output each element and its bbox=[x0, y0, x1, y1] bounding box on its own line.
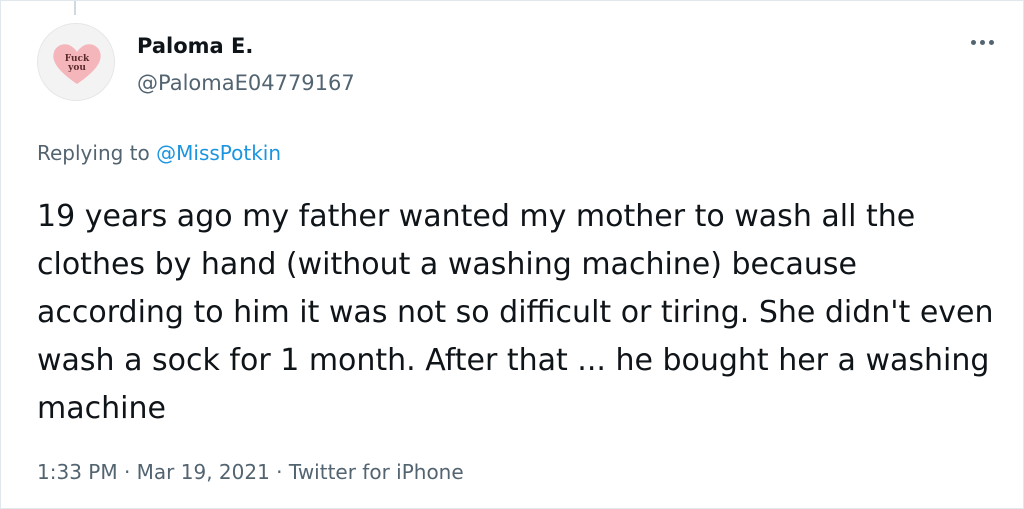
author-display-name[interactable]: Paloma E. bbox=[137, 34, 253, 58]
avatar[interactable]: Fuck you bbox=[37, 23, 115, 101]
tweet-card: Fuck you Paloma E. @PalomaE04779167 Repl… bbox=[0, 0, 1024, 509]
author-handle[interactable]: @PalomaE04779167 bbox=[137, 71, 355, 95]
more-horizontal-icon[interactable] bbox=[965, 31, 1001, 51]
tweet-time-link[interactable]: 1:33 PM bbox=[37, 460, 118, 484]
tweet-text: 19 years ago my father wanted my mother … bbox=[37, 199, 994, 426]
reply-mention-link[interactable]: @MissPotkin bbox=[156, 141, 281, 165]
tweet-date-link[interactable]: Mar 19, 2021 bbox=[137, 460, 270, 484]
tweet-source-link[interactable]: Twitter for iPhone bbox=[289, 460, 464, 484]
more-dot bbox=[971, 40, 976, 45]
thread-connector-line bbox=[74, 1, 76, 15]
tweet-meta: 1:33 PM · Mar 19, 2021 · Twitter for iPh… bbox=[37, 460, 464, 484]
avatar-caption: Fuck you bbox=[38, 55, 114, 73]
meta-separator: · bbox=[117, 460, 137, 484]
meta-separator: · bbox=[269, 460, 289, 484]
replying-to: Replying to @MissPotkin bbox=[37, 141, 281, 165]
more-dot bbox=[989, 40, 994, 45]
replying-to-prefix: Replying to bbox=[37, 141, 157, 165]
more-dot bbox=[980, 40, 985, 45]
avatar-caption-line2: you bbox=[68, 63, 86, 73]
